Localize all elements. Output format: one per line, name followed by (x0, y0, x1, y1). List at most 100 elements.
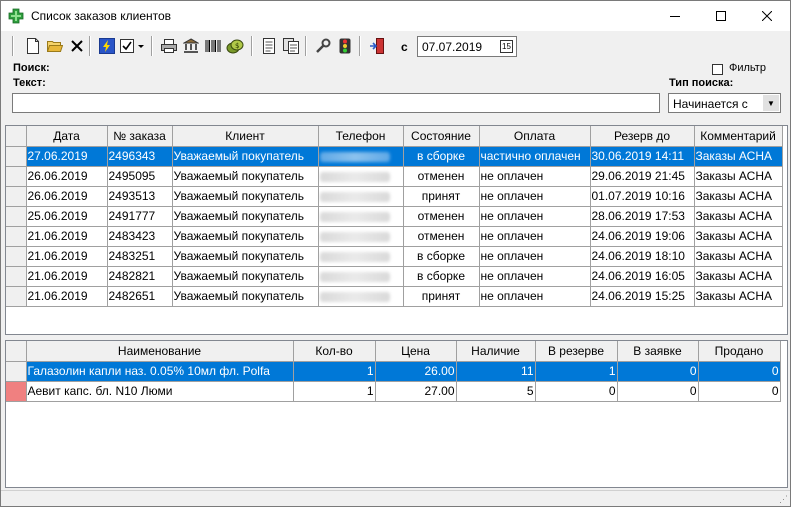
order-number[interactable]: 2496343 (107, 146, 173, 167)
order-phone-redacted[interactable] (318, 286, 404, 307)
order-date[interactable]: 21.06.2019 (26, 286, 108, 307)
order-comment[interactable]: Заказы АСНА (694, 146, 783, 167)
row-indicator[interactable] (6, 286, 27, 307)
delete-button[interactable] (67, 36, 87, 56)
item-sold[interactable]: 0 (698, 361, 781, 382)
copy-report-button[interactable] (281, 36, 301, 56)
print-button[interactable] (159, 36, 179, 56)
traffic-light-button[interactable] (335, 36, 355, 56)
bank-button[interactable] (181, 36, 201, 56)
item-reserved[interactable]: 0 (535, 381, 618, 402)
col-header[interactable]: Цена (375, 341, 457, 362)
item-name[interactable]: Аевит капс. бл. N10 Люми (26, 381, 294, 402)
col-header[interactable]: Состояние (403, 126, 480, 147)
col-header[interactable]: Наличие (456, 341, 536, 362)
date-picker[interactable]: 07.07.2019 15 (417, 36, 517, 57)
item-row[interactable]: Галазолин капли наз. 0.05% 10мл фл. Polf… (6, 361, 781, 382)
order-phone-redacted[interactable] (318, 186, 404, 207)
order-date[interactable]: 26.06.2019 (26, 166, 108, 187)
order-row[interactable]: 21.06.2019 2482821 Уважаемый покупатель в с… (6, 266, 783, 287)
order-date[interactable]: 21.06.2019 (26, 246, 108, 267)
order-row[interactable]: 26.06.2019 2495095 Уважаемый покупатель отм… (6, 166, 783, 187)
order-row[interactable]: 21.06.2019 2483423 Уважаемый покупатель отм… (6, 226, 783, 247)
order-comment[interactable]: Заказы АСНА (694, 206, 783, 227)
order-client[interactable]: Уважаемый покупатель (172, 246, 319, 267)
order-payment[interactable]: не оплачен (479, 166, 591, 187)
order-number[interactable]: 2482651 (107, 286, 173, 307)
col-header[interactable]: Оплата (479, 126, 591, 147)
order-number[interactable]: 2493513 (107, 186, 173, 207)
col-header[interactable]: Телефон (318, 126, 404, 147)
order-date[interactable]: 25.06.2019 (26, 206, 108, 227)
order-row[interactable]: 26.06.2019 2493513 Уважаемый покупатель при… (6, 186, 783, 207)
order-date[interactable]: 26.06.2019 (26, 186, 108, 207)
col-header[interactable]: Комментарий (694, 126, 783, 147)
order-payment[interactable]: не оплачен (479, 286, 591, 307)
order-client[interactable]: Уважаемый покупатель (172, 286, 319, 307)
maximize-button[interactable] (698, 1, 744, 31)
item-price[interactable]: 27.00 (375, 381, 457, 402)
order-status[interactable]: отменен (403, 226, 480, 247)
order-payment[interactable]: не оплачен (479, 186, 591, 207)
order-row[interactable]: 25.06.2019 2491777 Уважаемый покупатель отм… (6, 206, 783, 227)
item-reserved[interactable]: 1 (535, 361, 618, 382)
order-comment[interactable]: Заказы АСНА (694, 266, 783, 287)
col-header[interactable]: Продано (698, 341, 781, 362)
order-status[interactable]: в сборке (403, 246, 480, 267)
order-status[interactable]: в сборке (403, 146, 480, 167)
col-header[interactable]: Клиент (172, 126, 319, 147)
col-header[interactable]: В резерве (535, 341, 618, 362)
row-indicator[interactable] (6, 226, 27, 247)
row-indicator[interactable] (6, 246, 27, 267)
filter-checkbox[interactable] (712, 64, 723, 75)
exit-button[interactable] (367, 36, 387, 56)
order-client[interactable]: Уважаемый покупатель (172, 266, 319, 287)
calendar-icon[interactable]: 15 (500, 40, 513, 53)
order-items-grid[interactable]: Наименование Кол-во Цена Наличие В резер… (5, 340, 788, 488)
row-flag-indicator[interactable] (6, 381, 27, 402)
order-reserve-until[interactable]: 24.06.2019 15:25 (590, 286, 695, 307)
item-requested[interactable]: 0 (617, 361, 699, 382)
order-comment[interactable]: Заказы АСНА (694, 286, 783, 307)
item-requested[interactable]: 0 (617, 381, 699, 402)
order-status[interactable]: отменен (403, 166, 480, 187)
order-date[interactable]: 21.06.2019 (26, 266, 108, 287)
order-client[interactable]: Уважаемый покупатель (172, 226, 319, 247)
order-comment[interactable]: Заказы АСНА (694, 226, 783, 247)
item-row[interactable]: Аевит капс. бл. N10 Люми 1 27.00 5 0 0 0 (6, 381, 781, 402)
order-phone-redacted[interactable] (318, 266, 404, 287)
title-bar[interactable]: Список заказов клиентов (1, 1, 790, 31)
order-reserve-until[interactable]: 24.06.2019 16:05 (590, 266, 695, 287)
order-comment[interactable]: Заказы АСНА (694, 186, 783, 207)
col-header[interactable]: № заказа (107, 126, 173, 147)
col-header[interactable]: Кол-во (293, 341, 376, 362)
order-date[interactable]: 21.06.2019 (26, 226, 108, 247)
row-indicator[interactable] (6, 166, 27, 187)
item-price[interactable]: 26.00 (375, 361, 457, 382)
order-number[interactable]: 2482821 (107, 266, 173, 287)
row-indicator[interactable] (6, 146, 27, 167)
order-row[interactable]: 21.06.2019 2482651 Уважаемый покупатель при… (6, 286, 783, 307)
order-phone-redacted[interactable] (318, 166, 404, 187)
col-header[interactable]: Дата (26, 126, 108, 147)
lightning-button[interactable] (97, 36, 117, 56)
item-stock[interactable]: 11 (456, 361, 536, 382)
order-payment[interactable]: не оплачен (479, 266, 591, 287)
order-client[interactable]: Уважаемый покупатель (172, 186, 319, 207)
order-comment[interactable]: Заказы АСНА (694, 246, 783, 267)
order-reserve-until[interactable]: 24.06.2019 18:10 (590, 246, 695, 267)
col-header[interactable]: В заявке (617, 341, 699, 362)
search-text-input[interactable] (12, 93, 660, 113)
orders-grid[interactable]: Дата № заказа Клиент Телефон Состояние О… (5, 125, 788, 335)
order-status[interactable]: принят (403, 186, 480, 207)
item-sold[interactable]: 0 (698, 381, 781, 402)
order-client[interactable]: Уважаемый покупатель (172, 146, 319, 167)
row-indicator[interactable] (6, 206, 27, 227)
order-status[interactable]: отменен (403, 206, 480, 227)
order-date[interactable]: 27.06.2019 (26, 146, 108, 167)
money-button[interactable]: $ (225, 36, 245, 56)
order-number[interactable]: 2495095 (107, 166, 173, 187)
open-folder-button[interactable] (45, 36, 65, 56)
item-stock[interactable]: 5 (456, 381, 536, 402)
order-number[interactable]: 2483251 (107, 246, 173, 267)
